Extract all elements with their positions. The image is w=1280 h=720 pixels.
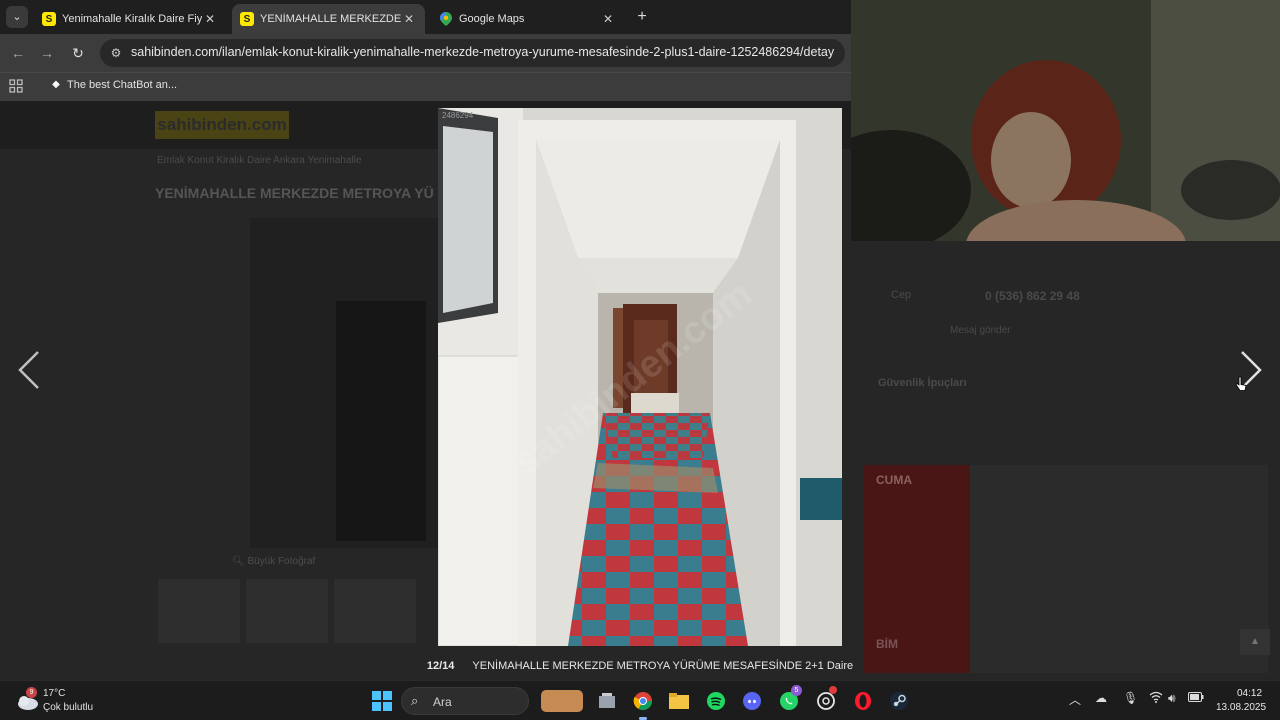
address-bar[interactable]: ⚙ sahibinden.com/ilan/emlak-konut-kirali…: [100, 39, 845, 67]
weather-badge: 9: [26, 687, 37, 698]
lightbox-caption: 12/14 YENİMAHALLE MERKEZDE METROYA YÜRÜM…: [0, 655, 1280, 677]
back-arrow-icon[interactable]: ←: [8, 43, 28, 63]
tab-yenimahalle-listings[interactable]: S Yenimahalle Kiralık Daire Fiyatla ✕: [34, 4, 226, 34]
tab-google-maps[interactable]: Google Maps ✕: [431, 4, 624, 34]
chrome-icon[interactable]: [631, 689, 655, 713]
bim-logo: BİM: [876, 637, 898, 651]
browser-tab-bar: ⌄ S Yenimahalle Kiralık Daire Fiyatla ✕ …: [0, 0, 851, 34]
magnifier-icon: 🔍︎: [232, 556, 248, 567]
breadcrumb[interactable]: Emlak Konut Kiralık Daire Ankara Yenimah…: [157, 155, 362, 166]
image-id-text: 2486294: [442, 111, 474, 120]
spotify-icon[interactable]: [704, 689, 728, 713]
bim-advertisement[interactable]: CUMA BİM: [864, 465, 1268, 673]
thumbnail[interactable]: [158, 579, 240, 643]
reload-icon[interactable]: ↻: [68, 43, 88, 63]
bookmark-chatbot[interactable]: ◆ The best ChatBot an...: [50, 79, 177, 91]
weather-cloud-icon[interactable]: 9: [15, 687, 39, 711]
enlarge-label: Büyük Fotoğraf: [247, 556, 316, 567]
volume-icon[interactable]: 🔊︎: [1168, 691, 1176, 706]
enlarge-photo-link[interactable]: 🔍︎ Büyük Fotoğraf: [232, 556, 315, 567]
listing-photo-door: [336, 301, 426, 541]
sahibinden-logo[interactable]: sahibinden.com: [155, 111, 289, 139]
photo-counter: 12/14: [426, 660, 455, 672]
microphone-icon[interactable]: 🎙︎: [1123, 691, 1138, 705]
taskbar-search-box[interactable]: ⌕ Ara: [401, 687, 583, 715]
phone-label: Cep: [891, 289, 912, 301]
weather-description[interactable]: Çok bulutlu: [43, 702, 93, 713]
scroll-to-top-button[interactable]: ▲: [1240, 629, 1270, 655]
tab-title: Google Maps: [459, 13, 525, 25]
whatsapp-icon[interactable]: 5: [777, 685, 802, 713]
show-hidden-icons-chevron-icon[interactable]: ︿: [1069, 691, 1081, 708]
safety-tips-title: Güvenlik İpuçları: [878, 377, 967, 389]
thumbnail[interactable]: [246, 579, 328, 643]
site-settings-icon[interactable]: ⚙: [108, 45, 124, 61]
google-maps-favicon: [439, 12, 453, 26]
photo-caption: YENİMAHALLE MERKEZDE METROYA YÜRÜME MESA…: [472, 660, 854, 672]
url-text[interactable]: sahibinden.com/ilan/emlak-konut-kiralik-…: [131, 45, 836, 59]
phone-number[interactable]: 0 (536) 862 29 48: [985, 289, 1080, 303]
opera-icon[interactable]: [851, 689, 875, 713]
new-tab-plus-icon[interactable]: +: [632, 7, 652, 27]
task-view-icon[interactable]: [595, 689, 619, 713]
sahibinden-favicon: S: [42, 12, 56, 26]
browser-toolbar: ← → ↻ ⚙ sahibinden.com/ilan/emlak-konut-…: [0, 34, 851, 72]
search-highlight-icon: [541, 690, 583, 712]
close-icon[interactable]: ✕: [202, 12, 218, 26]
discord-icon[interactable]: [740, 689, 764, 713]
tab-search-icon[interactable]: ⌄: [6, 6, 28, 28]
chatgpt-icon[interactable]: [814, 686, 838, 713]
onedrive-cloud-icon[interactable]: ☁: [1095, 691, 1107, 705]
notification-dot: [829, 686, 837, 694]
chatbot-icon: ◆: [52, 79, 60, 90]
search-icon: ⌕: [411, 693, 419, 708]
battery-icon[interactable]: [1188, 691, 1204, 705]
listing-title: YENİMAHALLE MERKEZDE METROYA YÜ: [155, 185, 434, 201]
clock-time[interactable]: 04:12: [1237, 688, 1262, 699]
webcam-overlay: [851, 0, 1280, 241]
whatsapp-badge: 5: [791, 685, 802, 696]
hand-cursor-icon: [1235, 376, 1247, 391]
screen: ⌄ S Yenimahalle Kiralık Daire Fiyatla ✕ …: [0, 0, 1280, 720]
tab-title: YENİMAHALLE MERKEZDE MET: [260, 13, 401, 25]
lightbox-photo-hallway[interactable]: sahibinden.com 2486294: [438, 108, 842, 646]
send-message-link[interactable]: Mesaj gönder: [950, 325, 1011, 336]
chevron-left-icon: [18, 351, 39, 389]
search-placeholder: Ara: [433, 695, 452, 709]
windows-taskbar: 9 17°C Çok bulutlu ⌕ Ara 5 ︿ ☁ 🎙︎ 🔊︎ 04:…: [0, 680, 1280, 720]
windows-start-icon[interactable]: [370, 689, 394, 713]
weather-temperature[interactable]: 17°C: [43, 688, 65, 699]
ad-cuma-text: CUMA: [876, 473, 912, 487]
apps-grid-icon[interactable]: [9, 79, 23, 93]
close-icon[interactable]: ✕: [600, 12, 616, 26]
forward-arrow-icon[interactable]: →: [37, 43, 57, 63]
wifi-icon[interactable]: [1149, 691, 1163, 706]
tab-current-listing[interactable]: S YENİMAHALLE MERKEZDE MET ✕: [232, 4, 425, 34]
previous-photo-button[interactable]: [10, 340, 50, 400]
thumbnail[interactable]: [334, 579, 416, 643]
bookmarks-bar: ◆ The best ChatBot an...: [0, 72, 851, 101]
close-icon[interactable]: ✕: [401, 12, 417, 26]
tab-title: Yenimahalle Kiralık Daire Fiyatla: [62, 13, 202, 25]
steam-icon[interactable]: [887, 689, 911, 713]
clock-date[interactable]: 13.08.2025: [1216, 702, 1266, 713]
file-explorer-icon[interactable]: [667, 689, 691, 713]
bookmark-label: The best ChatBot an...: [67, 79, 178, 91]
sahibinden-favicon: S: [240, 12, 254, 26]
